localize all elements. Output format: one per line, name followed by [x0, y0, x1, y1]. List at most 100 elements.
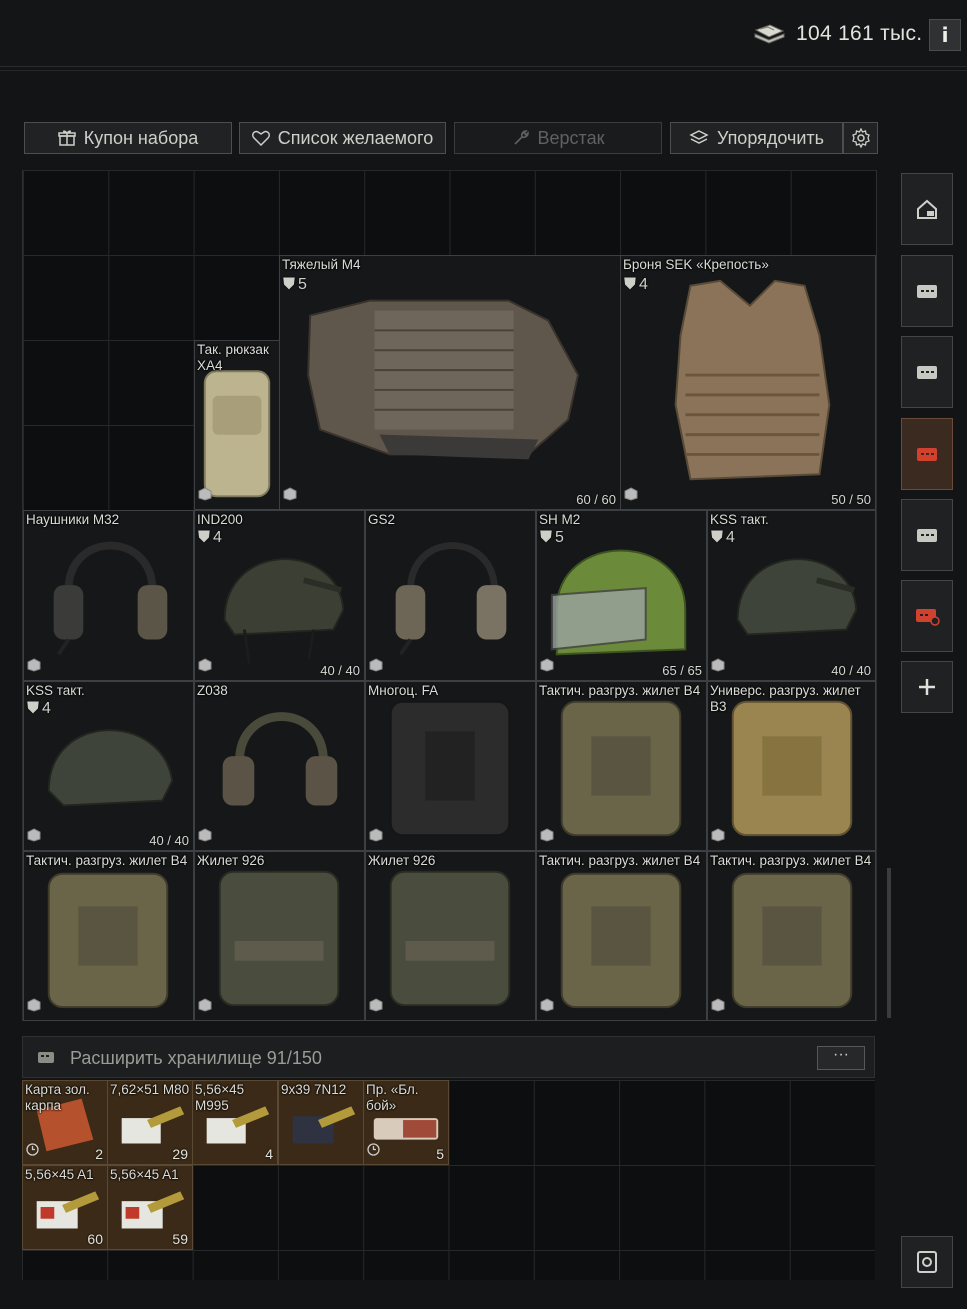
- item-name: Пр. «Бл. бой»: [366, 1082, 419, 1113]
- item-name: Броня SEK «Крепость»: [623, 257, 769, 272]
- item-name: Тяжелый М4: [282, 257, 361, 272]
- sidebar-stash-button[interactable]: [901, 336, 953, 408]
- layers-icon: [689, 130, 709, 144]
- item-name: Жилет 926: [368, 853, 436, 868]
- item-name: 7,62×51 M80: [110, 1082, 190, 1097]
- stash-scrollbar[interactable]: [887, 868, 891, 1018]
- wishlist-button[interactable]: Список желаемого: [239, 122, 446, 154]
- item-count: 60: [87, 1231, 103, 1247]
- kit-coupon-button[interactable]: Купон набора: [24, 122, 232, 154]
- clock-icon: [367, 1143, 380, 1161]
- heart-icon: [251, 130, 270, 146]
- rig-image: [218, 870, 340, 1007]
- item-name: IND200: [197, 512, 243, 527]
- inventory-item[interactable]: 5,56×45 A1 59: [107, 1165, 193, 1250]
- inventory-item[interactable]: Броня SEK «Крепость» ⛊ 4 50 / 50: [620, 255, 876, 510]
- gift-icon: [58, 130, 76, 146]
- rig-image: [560, 872, 682, 1009]
- sidebar-stash-button-active[interactable]: [901, 418, 953, 490]
- inventory-item[interactable]: Жилет 926: [194, 851, 365, 1021]
- item-name: Наушники М32: [26, 512, 120, 527]
- sidebar-add-button[interactable]: [901, 661, 953, 713]
- sidebar-safe-button[interactable]: [901, 1236, 953, 1288]
- inventory-item[interactable]: 5,56×45 M995 4: [192, 1080, 278, 1165]
- sidebar-home-button[interactable]: [901, 173, 953, 245]
- inventory-item[interactable]: Пр. «Бл. бой» 5: [363, 1080, 449, 1165]
- inventory-item[interactable]: Универс. разгруз. жилет В3: [707, 681, 876, 851]
- inventory-item[interactable]: 5,56×45 A1 60: [22, 1165, 108, 1250]
- box-icon: [624, 487, 638, 506]
- item-name: Многоц. FA: [368, 683, 439, 698]
- shield-icon: ⛊: [27, 700, 40, 717]
- inventory-item[interactable]: KSS такт. ⛊ 4 40 / 40: [23, 681, 194, 851]
- inventory-item[interactable]: SH M2 ⛊ 5 65 / 65: [536, 510, 707, 681]
- inventory-item[interactable]: Наушники М32: [23, 510, 194, 681]
- sidebar-stash-button[interactable]: [901, 499, 953, 571]
- info-button[interactable]: i: [929, 19, 961, 51]
- item-count: 2: [95, 1146, 103, 1162]
- box-icon: [198, 487, 212, 506]
- durability: 40 / 40: [831, 663, 871, 678]
- item-count: 5: [436, 1146, 444, 1162]
- inventory-item[interactable]: 9x39 7N12: [278, 1080, 364, 1165]
- sort-button[interactable]: Упорядочить: [670, 122, 843, 154]
- durability: 60 / 60: [576, 492, 616, 507]
- box-icon: [369, 998, 383, 1017]
- box-icon: [369, 828, 383, 847]
- inventory-item[interactable]: Так. рюкзак ХА4: [194, 340, 280, 510]
- inventory-item[interactable]: Жилет 926: [365, 851, 536, 1021]
- rig-image: [560, 700, 682, 837]
- item-name: Тактич. разгруз. жилет В4: [539, 853, 701, 868]
- box-icon: [283, 487, 297, 506]
- box-icon: [27, 658, 41, 677]
- kit-coupon-label: Купон набора: [83, 127, 199, 148]
- expand-storage-bar[interactable]: Расширить хранилище 91/150 ···: [22, 1036, 875, 1078]
- sort-label: Упорядочить: [716, 127, 825, 148]
- sidebar-stash-button[interactable]: [901, 255, 953, 327]
- sort-settings-button[interactable]: [843, 122, 878, 154]
- armor-vest-image: [674, 279, 831, 481]
- inventory-item[interactable]: Тактич. разгруз. жилет В4: [536, 681, 707, 851]
- item-name: Жилет 926: [197, 853, 265, 868]
- inventory-item[interactable]: Z038: [194, 681, 365, 851]
- sidebar-stash-locked-button[interactable]: [901, 580, 953, 652]
- inventory-item[interactable]: Карта зол. карпа 2: [22, 1080, 108, 1165]
- inventory-item[interactable]: Тяжелый М4 ⛊ 5 60 / 60: [279, 255, 621, 510]
- item-name: Универс. разгруз. жилет В3: [710, 683, 861, 714]
- storage-icon: [38, 1052, 54, 1063]
- shield-icon: ⛊: [283, 276, 296, 293]
- inventory-item[interactable]: KSS такт. ⛊ 4 40 / 40: [707, 510, 876, 681]
- inventory-item[interactable]: Многоц. FA: [365, 681, 536, 851]
- clock-icon: [26, 1143, 39, 1161]
- workbench-button[interactable]: Верстак: [454, 122, 662, 154]
- stash-grid: Тяжелый М4 ⛊ 5 60 / 60 Броня SEK «Крепост…: [22, 170, 877, 1021]
- item-name: 5,56×45 M995: [195, 1082, 245, 1113]
- inventory-item[interactable]: 7,62×51 M80 29: [107, 1080, 193, 1165]
- item-count: 59: [172, 1231, 188, 1247]
- inventory-item[interactable]: IND200 ⛊ 4 40 / 40: [194, 510, 365, 681]
- rig-image: [731, 872, 853, 1009]
- more-options-button[interactable]: ···: [817, 1046, 865, 1070]
- shield-icon: ⛊: [624, 276, 637, 293]
- item-name: Карта зол. карпа: [25, 1082, 90, 1113]
- stash-grid-secondary: Карта зол. карпа 2 7,62×51 M80 29 5,56×4…: [22, 1080, 875, 1280]
- inventory-item[interactable]: Тактич. разгруз. жилет В4: [707, 851, 876, 1021]
- box-icon: [198, 998, 212, 1017]
- home-icon: [917, 199, 937, 219]
- wishlist-label: Список желаемого: [277, 127, 434, 148]
- item-name: KSS такт.: [26, 683, 85, 698]
- box-icon: [711, 828, 725, 847]
- item-name: 5,56×45 A1: [110, 1167, 179, 1182]
- stash-icon: [917, 285, 937, 298]
- armor-class: ⛊ 4: [624, 276, 648, 293]
- expand-storage-label: Расширить хранилище 91/150: [70, 1048, 322, 1068]
- item-name: Так. рюкзак ХА4: [197, 342, 269, 373]
- box-icon: [711, 658, 725, 677]
- inventory-item[interactable]: GS2: [365, 510, 536, 681]
- item-name: SH M2: [539, 512, 581, 527]
- shield-icon: ⛊: [540, 529, 553, 546]
- stash-icon: [917, 366, 937, 379]
- inventory-item[interactable]: Тактич. разгруз. жилет В4: [536, 851, 707, 1021]
- inventory-item[interactable]: Тактич. разгруз. жилет В4: [23, 851, 194, 1021]
- durability: 40 / 40: [320, 663, 360, 678]
